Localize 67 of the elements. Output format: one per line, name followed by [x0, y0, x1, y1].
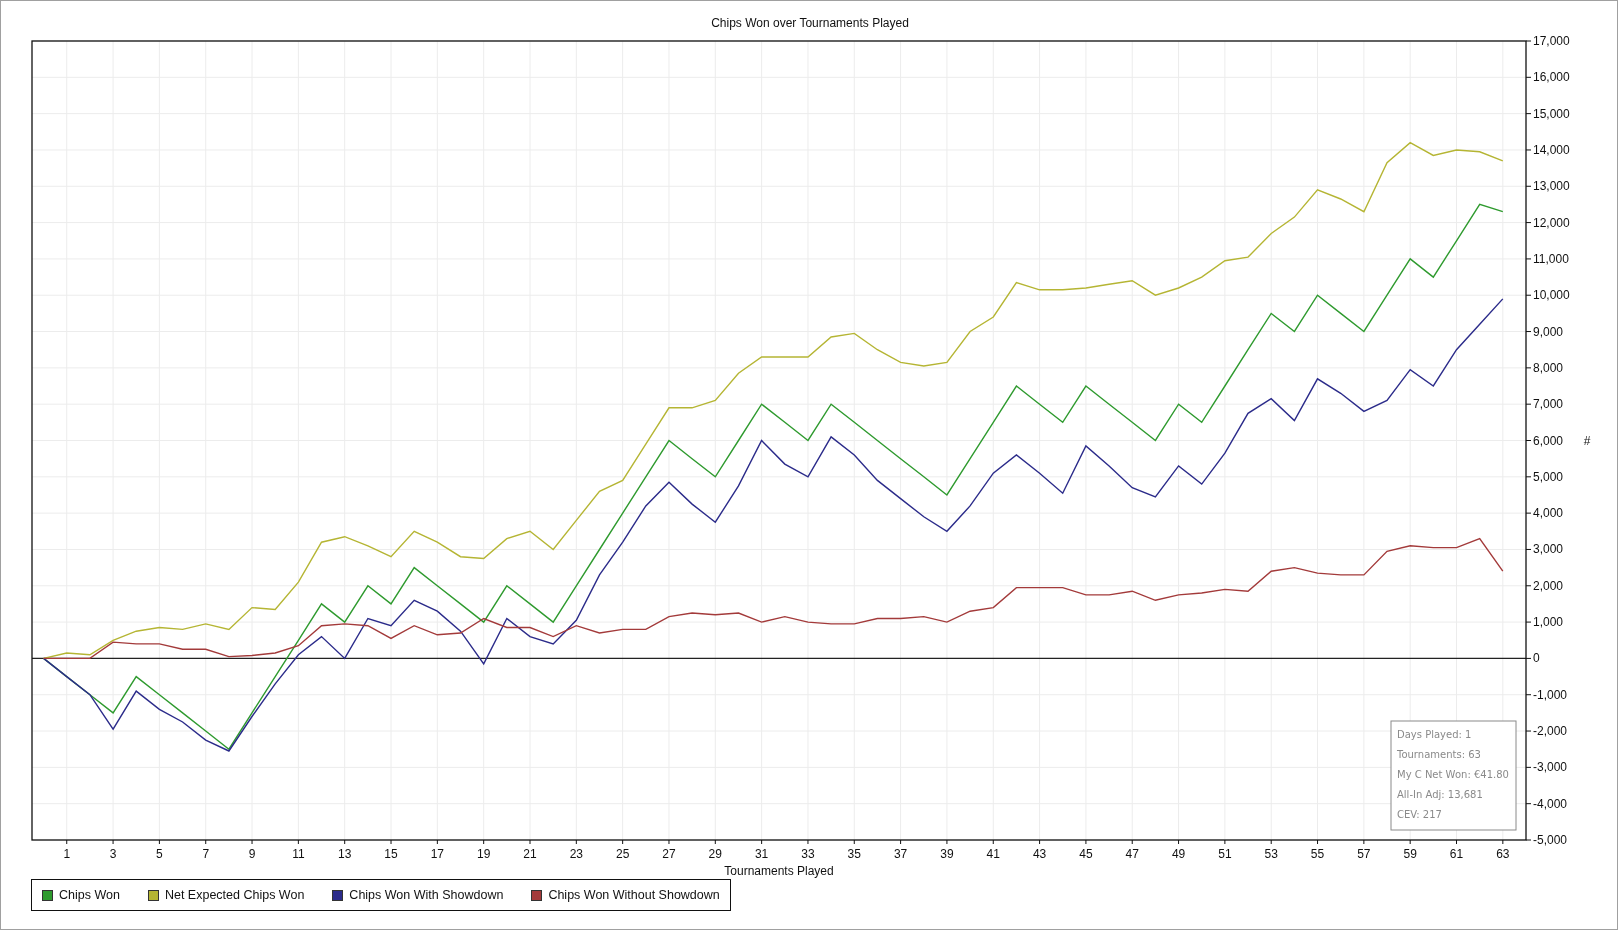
y-tick-label: 13,000	[1533, 179, 1570, 194]
y-tick-label: 15,000	[1533, 106, 1570, 121]
x-tick-label: 1	[63, 847, 71, 861]
y-tick-label: 16,000	[1533, 70, 1570, 85]
y-tick-label: -1,000	[1533, 687, 1568, 702]
x-tick-label: 19	[477, 847, 491, 861]
x-tick-label: 51	[1218, 847, 1232, 861]
x-axis-label: Tournaments Played	[724, 864, 834, 878]
legend-label: Chips Won	[59, 888, 120, 902]
y-tick-label: 14,000	[1533, 142, 1570, 157]
x-tick-label: 13	[338, 847, 352, 861]
x-tick-label: 41	[986, 847, 1000, 861]
stats-text: My C Net Won: €41.80	[1397, 769, 1509, 780]
x-tick-label: 33	[801, 847, 815, 861]
x-tick-label: 39	[940, 847, 954, 861]
y-tick-label: -2,000	[1533, 724, 1568, 739]
x-tick-label: 35	[847, 847, 861, 861]
legend-label: Chips Won With Showdown	[349, 888, 504, 902]
legend-label: Chips Won Without Showdown	[548, 888, 720, 902]
x-tick-label: 17	[430, 847, 445, 861]
x-tick-label: 29	[708, 847, 722, 861]
x-tick-label: 61	[1449, 847, 1464, 861]
x-tick-label: 11	[292, 847, 305, 861]
y-tick-label: 2,000	[1533, 578, 1564, 593]
x-tick-label: 31	[754, 847, 769, 861]
x-tick-label: 49	[1171, 847, 1186, 861]
stats-text: All-In Adj: 13,681	[1397, 789, 1483, 800]
x-tick-label: 23	[569, 847, 583, 861]
stats-text: CEV: 217	[1397, 809, 1442, 820]
y-tick-label: 0	[1533, 651, 1540, 666]
x-tick-label: 25	[615, 847, 630, 861]
x-tick-label: 53	[1264, 847, 1278, 861]
y-tick-label: 1,000	[1533, 615, 1564, 630]
y-axis-label: #	[1583, 433, 1591, 448]
y-tick-label: 12,000	[1533, 215, 1570, 230]
stats-text: Tournaments: 63	[1397, 749, 1481, 760]
x-tick-label: 7	[202, 847, 210, 861]
x-tick-label: 3	[109, 847, 117, 861]
y-tick-label: 10,000	[1533, 288, 1570, 303]
y-tick-label: -4,000	[1533, 796, 1568, 811]
x-tick-label: 43	[1032, 847, 1047, 861]
y-tick-label: 6,000	[1533, 433, 1564, 448]
x-tick-label: 37	[893, 847, 908, 861]
x-tick-label: 59	[1403, 847, 1417, 861]
x-tick-label: 63	[1496, 847, 1510, 861]
y-tick-label: 17,000	[1533, 34, 1570, 48]
x-tick-label: 5	[156, 847, 163, 861]
x-tick-label: 47	[1125, 847, 1139, 861]
y-tick-label: 5,000	[1533, 469, 1564, 484]
y-tick-label: -3,000	[1533, 760, 1568, 775]
y-tick-label: -5,000	[1533, 833, 1568, 847]
x-tick-label: 27	[662, 847, 676, 861]
x-tick-label: 55	[1310, 847, 1325, 861]
x-tick-label: 15	[384, 847, 398, 861]
x-tick-label: 21	[523, 847, 537, 861]
x-tick-label: 9	[248, 847, 256, 861]
y-tick-label: 8,000	[1533, 360, 1564, 375]
legend-label: Net Expected Chips Won	[164, 888, 305, 902]
y-tick-label: 3,000	[1533, 542, 1564, 557]
stats-text: Days Played: 1	[1397, 729, 1472, 740]
chart-title: Chips Won over Tournaments Played	[711, 16, 909, 30]
x-tick-label: 57	[1357, 847, 1371, 861]
y-tick-label: 9,000	[1533, 324, 1564, 339]
x-tick-label: 45	[1079, 847, 1093, 861]
y-tick-label: 4,000	[1533, 506, 1564, 521]
y-tick-label: 11,000	[1533, 251, 1569, 266]
y-tick-label: 7,000	[1533, 397, 1564, 412]
